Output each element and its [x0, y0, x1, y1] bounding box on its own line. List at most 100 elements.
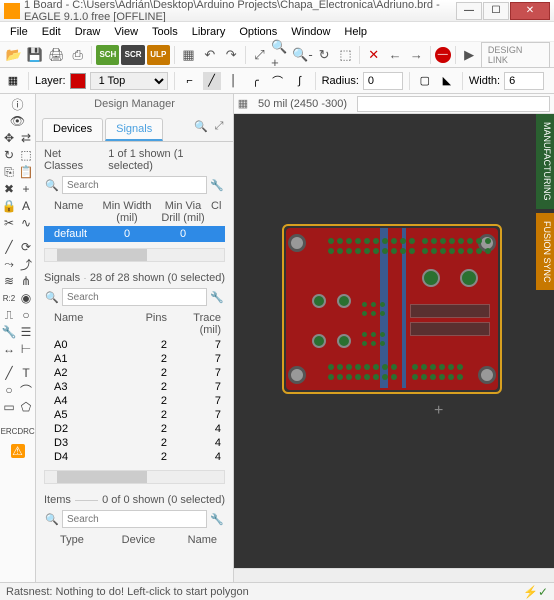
mirror-icon[interactable]: ⇄ — [18, 130, 34, 146]
smash-icon[interactable]: ✂ — [1, 215, 17, 231]
zoom-redraw-icon[interactable]: ↻ — [314, 45, 333, 65]
dim2-icon[interactable]: ⊢ — [18, 341, 34, 357]
wire-style2-icon[interactable]: ╱ — [203, 72, 221, 90]
ulp-button[interactable]: ULP — [147, 45, 170, 65]
add-icon[interactable]: + — [18, 181, 34, 197]
poly-icon[interactable]: ⬠ — [18, 399, 34, 415]
redo-icon[interactable]: ↷ — [222, 45, 241, 65]
signals-search-input[interactable] — [62, 288, 207, 306]
grid-icon[interactable]: ▦ — [179, 45, 198, 65]
move-icon[interactable]: ✥ — [1, 130, 17, 146]
circle-icon[interactable]: ○ — [1, 382, 17, 398]
signal-icon[interactable]: ⎍ — [1, 307, 17, 323]
menu-draw[interactable]: Draw — [69, 24, 107, 40]
minimize-button[interactable]: — — [456, 2, 482, 20]
optimize-icon[interactable]: ⟳ — [18, 239, 34, 255]
wire-style3-icon[interactable]: │ — [225, 72, 243, 90]
manufacturing-button[interactable]: MANUFACTURING — [536, 114, 554, 209]
back-icon[interactable]: ← — [385, 45, 404, 65]
signals-hscroll[interactable] — [44, 470, 225, 484]
width-input[interactable] — [504, 72, 544, 90]
signal-row[interactable]: A027 — [44, 338, 225, 352]
zoom-out-icon[interactable]: 🔍- — [292, 45, 312, 65]
arc-icon[interactable]: ⌒ — [18, 382, 34, 398]
menu-tools[interactable]: Tools — [146, 24, 184, 40]
col-pins[interactable]: Pins — [135, 312, 175, 336]
scr-button[interactable]: SCR — [121, 45, 144, 65]
menu-file[interactable]: File — [4, 24, 34, 40]
cam-icon[interactable]: ⎙ — [68, 45, 87, 65]
menu-library[interactable]: Library — [186, 24, 232, 40]
close-button[interactable]: ✕ — [510, 2, 550, 20]
menu-window[interactable]: Window — [285, 24, 336, 40]
signal-row[interactable]: A527 — [44, 408, 225, 422]
sch-button[interactable]: SCH — [96, 45, 119, 65]
items-search-input[interactable] — [62, 510, 207, 528]
dim-icon[interactable]: ↔ — [1, 341, 17, 357]
miter1-icon[interactable]: ▢ — [416, 72, 434, 90]
radius-input[interactable] — [363, 72, 403, 90]
erc-button[interactable]: ERC — [1, 423, 17, 439]
text-icon[interactable]: T — [18, 365, 34, 381]
stop-button[interactable]: — — [435, 47, 450, 63]
maximize-button[interactable]: ☐ — [483, 2, 509, 20]
zoom-in-icon[interactable]: 🔍+ — [271, 45, 290, 65]
group-icon[interactable]: ⬚ — [18, 147, 34, 163]
fanout-icon[interactable]: ⋔ — [18, 273, 34, 289]
wrench-icon[interactable]: 🔧 — [209, 288, 225, 306]
rect-icon[interactable]: ▭ — [1, 399, 17, 415]
tab-signals[interactable]: Signals — [105, 118, 163, 141]
via-icon[interactable]: ◉ — [18, 290, 34, 306]
fusion-sync-button[interactable]: FUSION SYNC — [536, 213, 554, 291]
wrench-icon[interactable]: 🔧 — [209, 510, 225, 528]
hole-icon[interactable]: ○ — [18, 307, 34, 323]
signal-row[interactable]: D224 — [44, 422, 225, 436]
canvas-hscroll[interactable] — [234, 568, 554, 582]
col-itemname[interactable]: Name — [165, 534, 225, 546]
layer-color-swatch[interactable] — [70, 73, 86, 89]
expand-icon[interactable]: ⤢ — [211, 118, 227, 134]
wire-style4-icon[interactable]: ╭ — [247, 72, 265, 90]
col-mindrill[interactable]: Min Via Drill (mil) — [155, 200, 211, 224]
drc-button[interactable]: DRC — [18, 423, 34, 439]
wire-style5-icon[interactable]: ⌒ — [269, 72, 287, 90]
netclass-hscroll[interactable] — [44, 248, 225, 262]
menu-view[interactable]: View — [108, 24, 144, 40]
col-type[interactable]: Type — [44, 534, 112, 546]
command-input[interactable] — [357, 96, 550, 112]
copy-icon[interactable]: ⎘ — [1, 164, 17, 180]
signal-row[interactable]: A227 — [44, 366, 225, 380]
layer-select[interactable]: 1 Top — [90, 72, 168, 90]
zoom-select-icon[interactable]: ⬚ — [336, 45, 355, 65]
ripup-icon[interactable]: ⤴ — [18, 256, 34, 272]
signal-row[interactable]: A327 — [44, 380, 225, 394]
print-icon[interactable]: 🖨 — [47, 45, 66, 65]
wire-style6-icon[interactable]: ∫ — [291, 72, 309, 90]
rotate-icon[interactable]: ↻ — [1, 147, 17, 163]
search-toggle-icon[interactable]: 🔍 — [193, 118, 209, 134]
line-icon[interactable]: ╱ — [1, 365, 17, 381]
netclass-row[interactable]: default 0 0 — [44, 226, 225, 242]
info-icon[interactable]: ⓘ — [2, 96, 34, 112]
ratsnest-icon[interactable]: ✕ — [364, 45, 383, 65]
signal-row[interactable]: D324 — [44, 436, 225, 450]
design-link-button[interactable]: DESIGN LINK — [481, 42, 550, 68]
signal-row[interactable]: D424 — [44, 450, 225, 464]
attr-icon[interactable]: ☰ — [18, 324, 34, 340]
menu-options[interactable]: Options — [233, 24, 283, 40]
signal-row[interactable]: A427 — [44, 394, 225, 408]
grid-icon[interactable]: ▦ — [234, 95, 252, 113]
col-name[interactable]: Name — [44, 200, 99, 224]
miter2-icon[interactable]: ◣ — [438, 72, 456, 90]
signal-row[interactable]: A127 — [44, 352, 225, 366]
split-icon[interactable]: ╱ — [1, 239, 17, 255]
menu-edit[interactable]: Edit — [36, 24, 67, 40]
show-icon[interactable]: 👁 — [2, 113, 34, 129]
wrench-icon[interactable]: 🔧 — [209, 176, 225, 194]
grid-toggle-icon[interactable]: ▦ — [4, 72, 22, 90]
errors-icon[interactable]: ⚠ — [11, 444, 25, 458]
save-icon[interactable]: 💾 — [25, 45, 44, 65]
wire-style1-icon[interactable]: ⌐ — [181, 72, 199, 90]
netclasses-search-input[interactable] — [62, 176, 207, 194]
change-icon[interactable]: 🔧 — [1, 324, 17, 340]
